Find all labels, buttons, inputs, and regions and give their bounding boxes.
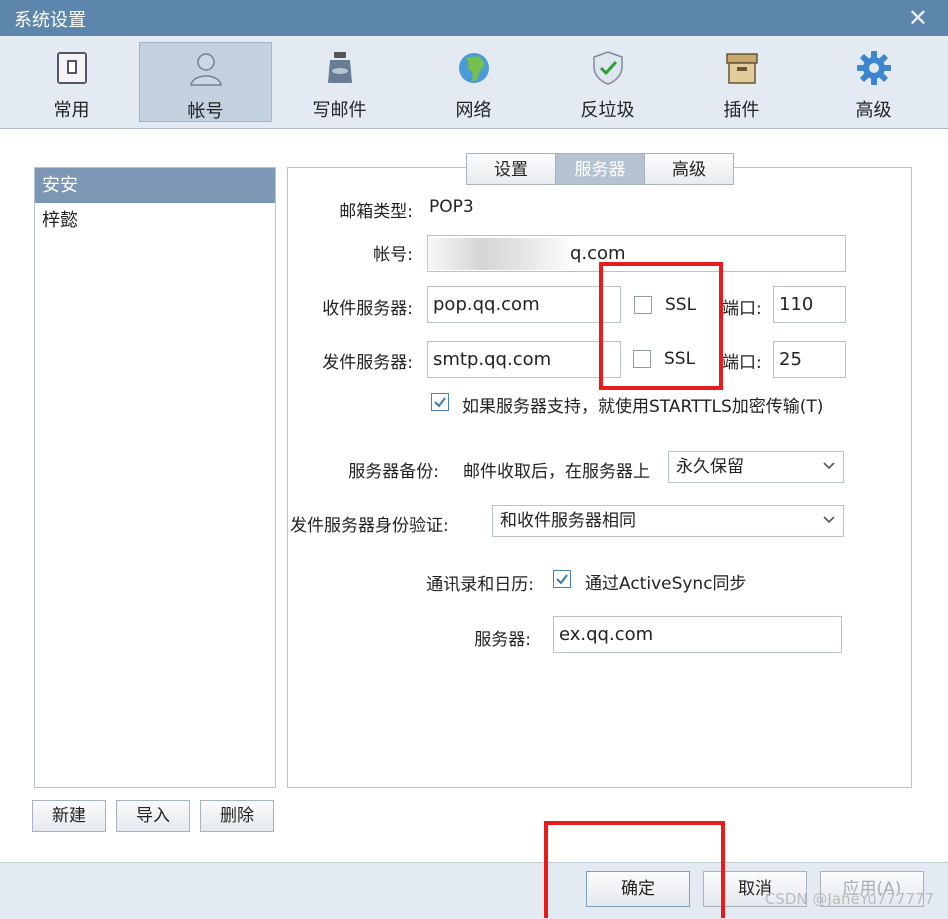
incoming-port-label: 端口:: [722, 299, 762, 319]
check-icon: [434, 397, 446, 408]
toolbar-label: 高级: [855, 100, 892, 121]
watermark: CSDN @JaneYu777777: [764, 890, 934, 908]
highlight-box-ok: [544, 821, 725, 918]
activesync-server-label: 服务器:: [474, 630, 531, 650]
tab-server[interactable]: 服务器: [555, 153, 645, 185]
outgoing-server-label: 发件服务器:: [322, 353, 413, 373]
contacts-calendar-label: 通讯录和日历:: [426, 575, 534, 595]
toolbar-item-plugins[interactable]: 插件: [675, 42, 808, 122]
outgoing-port-input[interactable]: 25: [773, 341, 846, 378]
toolbar-label: 插件: [723, 100, 760, 121]
network-icon: [458, 53, 489, 83]
account-label: 帐号:: [373, 245, 413, 265]
redacted-account: [423, 238, 569, 270]
plugin-icon: [725, 53, 758, 84]
category-toolbar: 常用 帐号 写邮件 网络 反垃圾 插件 高级: [0, 36, 948, 129]
outgoing-server-input[interactable]: smtp.qq.com: [427, 341, 621, 378]
server-backup-select[interactable]: 永久保留: [668, 451, 844, 483]
toolbar-label: 写邮件: [312, 100, 367, 121]
outgoing-port-label: 端口:: [722, 353, 762, 373]
smtp-auth-label: 发件服务器身份验证:: [290, 516, 449, 536]
toolbar-item-network[interactable]: 网络: [407, 42, 540, 122]
account-item[interactable]: 梓懿: [35, 203, 275, 238]
toolbar-item-account[interactable]: 帐号: [139, 42, 272, 122]
chevron-down-icon: [823, 462, 835, 470]
smtp-auth-value: 和收件服务器相同: [500, 511, 636, 531]
toolbar-item-general[interactable]: 常用: [5, 42, 138, 122]
toolbar-label: 常用: [53, 100, 90, 121]
tab-settings[interactable]: 设置: [466, 153, 556, 185]
toolbar-item-antispam[interactable]: 反垃圾: [541, 42, 674, 122]
starttls-label: 如果服务器支持，就使用STARTTLS加密传输(T): [462, 397, 824, 417]
smtp-auth-select[interactable]: 和收件服务器相同: [492, 505, 844, 537]
import-account-button[interactable]: 导入: [116, 800, 190, 832]
toolbar-item-compose[interactable]: 写邮件: [273, 42, 406, 122]
settings-tabs: 设置 服务器 高级: [466, 153, 734, 185]
antispam-icon: [592, 51, 623, 85]
title-bar: 系统设置 ✕: [0, 0, 948, 36]
account-list: 安安 梓懿: [34, 167, 276, 788]
incoming-port-input[interactable]: 110: [773, 286, 846, 323]
activesync-checkbox[interactable]: [553, 570, 571, 588]
account-icon: [189, 53, 222, 86]
highlight-box-ssl: [599, 262, 723, 390]
general-icon: [56, 52, 87, 84]
toolbar-label: 反垃圾: [580, 100, 635, 121]
toolbar-label: 帐号: [187, 101, 224, 122]
tab-advanced[interactable]: 高级: [644, 153, 734, 185]
incoming-server-label: 收件服务器:: [322, 299, 413, 319]
mailbox-type-value: POP3: [429, 197, 474, 217]
compose-icon: [327, 52, 352, 83]
incoming-server-input[interactable]: pop.qq.com: [427, 286, 621, 323]
chevron-down-icon: [823, 516, 835, 524]
mailbox-type-label: 邮箱类型:: [339, 202, 413, 222]
delete-account-button[interactable]: 删除: [200, 800, 274, 832]
toolbar-item-advanced[interactable]: 高级: [807, 42, 940, 122]
account-item[interactable]: 安安: [35, 168, 275, 203]
starttls-checkbox[interactable]: [431, 393, 449, 411]
server-backup-desc: 邮件收取后，在服务器上: [463, 462, 650, 482]
advanced-icon: [856, 51, 891, 85]
close-icon[interactable]: ✕: [908, 4, 928, 32]
new-account-button[interactable]: 新建: [32, 800, 106, 832]
check-icon: [556, 574, 568, 585]
server-backup-value: 永久保留: [676, 457, 744, 477]
activesync-server-input[interactable]: ex.qq.com: [553, 616, 842, 653]
toolbar-label: 网络: [455, 100, 492, 121]
server-backup-label: 服务器备份:: [348, 462, 439, 482]
activesync-label: 通过ActiveSync同步: [585, 574, 747, 594]
window-title: 系统设置: [14, 10, 86, 31]
